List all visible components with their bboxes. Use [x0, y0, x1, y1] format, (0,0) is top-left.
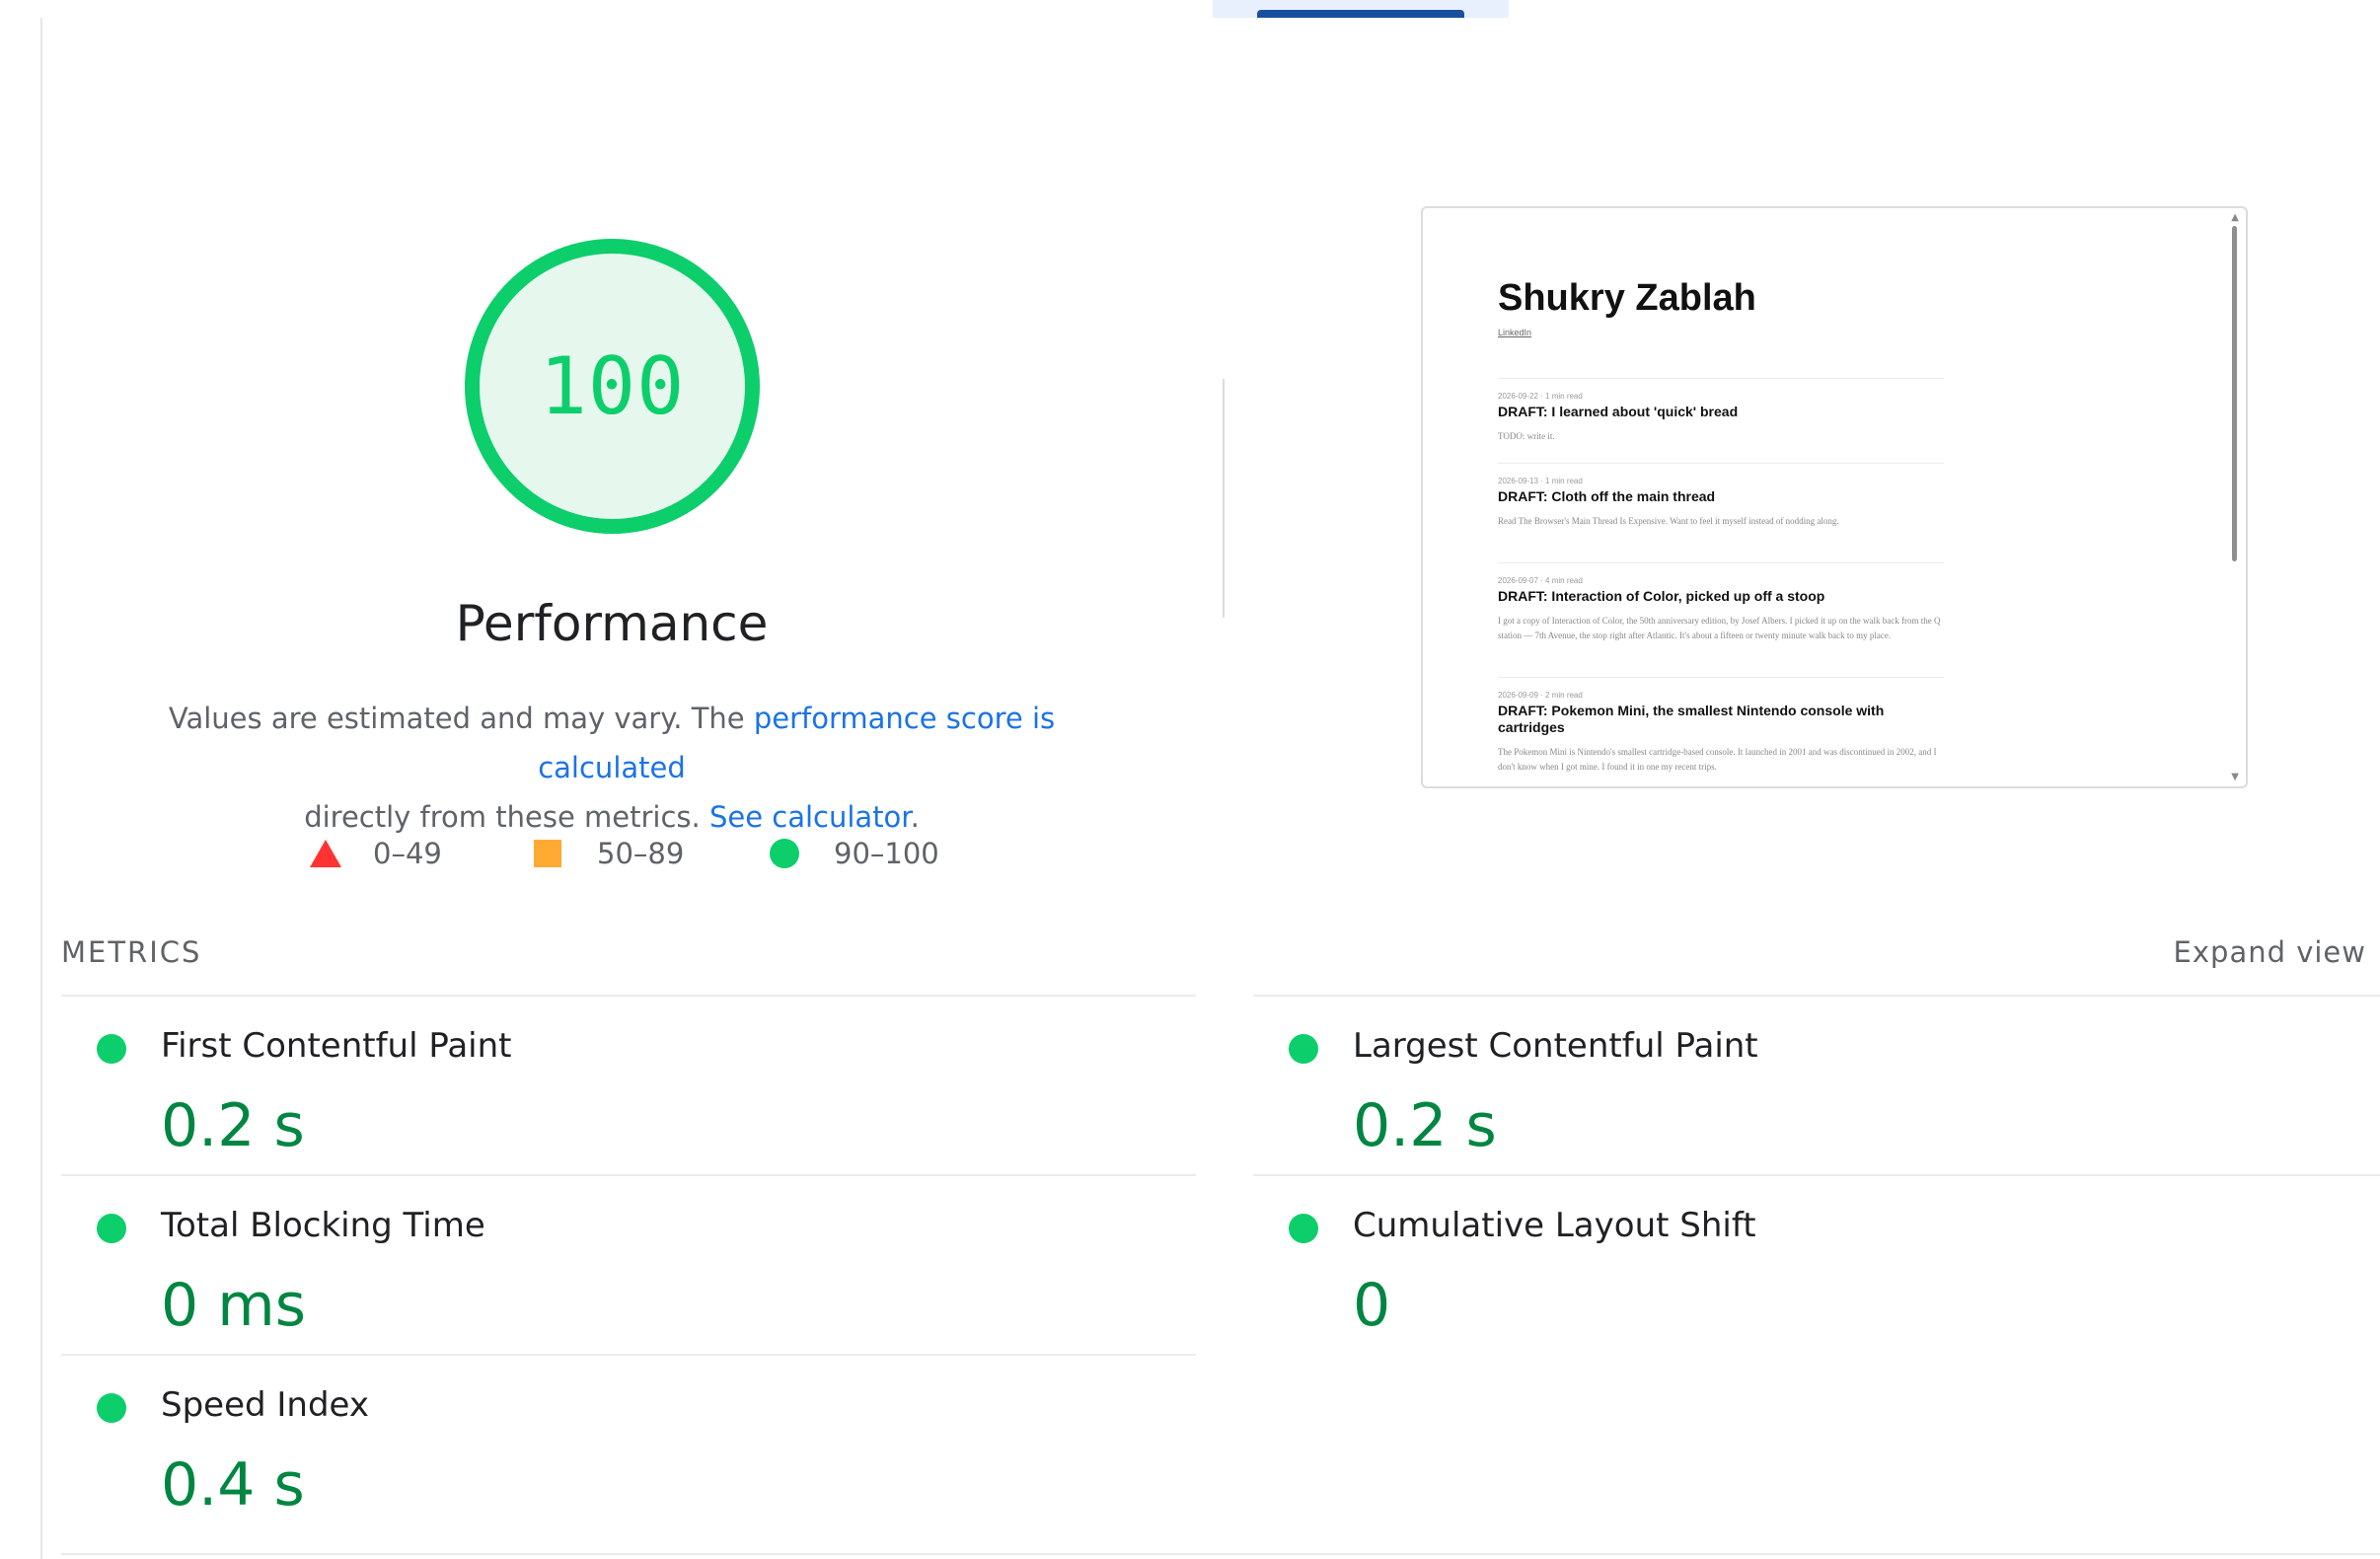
post-excerpt: Read The Browser's Main Thread Is Expens… [1498, 516, 1839, 526]
preview-linkedin-link: LinkedIn [1498, 328, 1532, 337]
triangle-icon [310, 840, 341, 867]
pass-circle-icon [97, 1034, 126, 1064]
metric-name: First Contentful Paint [161, 1026, 512, 1066]
metrics-heading: METRICS [61, 935, 202, 969]
performance-gauge: 100 [465, 239, 760, 534]
metrics-divider [61, 1553, 2380, 1555]
post-excerpt: TODO: write it. [1498, 431, 1555, 441]
metric-value: 0.2 s [161, 1091, 305, 1160]
legend-label: 0–49 [373, 837, 442, 870]
legend-label: 50–89 [597, 837, 685, 870]
performance-score: 100 [539, 339, 686, 432]
scroll-up-icon[interactable]: ▲ [2231, 212, 2239, 223]
active-tab-indicator[interactable] [1257, 10, 1464, 18]
scroll-down-icon[interactable]: ▼ [2231, 772, 2239, 782]
legend-fail: 0–49 [310, 837, 442, 870]
expand-view-button[interactable]: Expand view [2174, 935, 2366, 969]
metric-value: 0 [1353, 1271, 1391, 1340]
left-border [40, 18, 42, 1559]
legend-label: 90–100 [834, 837, 939, 870]
preview-post: 2026-09-13 · 1 min read DRAFT: Cloth off… [1498, 463, 1944, 529]
metric-value: 0.4 s [161, 1450, 305, 1520]
post-excerpt: The Pokemon Mini is Nintendo's smallest … [1498, 747, 1937, 772]
metric-value: 0.2 s [1353, 1091, 1497, 1160]
metric-name: Largest Contentful Paint [1353, 1026, 1758, 1066]
description-mid: directly from these metrics. [304, 800, 709, 834]
legend-average: 50–89 [534, 837, 684, 870]
metric-total-blocking-time: Total Blocking Time 0 ms [61, 1176, 1147, 1354]
post-meta: 2026-09-22 · 1 min read [1498, 392, 1583, 401]
post-meta: 2026-09-07 · 4 min read [1498, 576, 1583, 585]
metric-speed-index: Speed Index 0.4 s [61, 1356, 1147, 1533]
legend-pass: 90–100 [770, 837, 939, 870]
metric-first-contentful-paint: First Contentful Paint 0.2 s [61, 997, 1147, 1174]
metric-name: Speed Index [161, 1385, 369, 1425]
pass-circle-icon [97, 1214, 126, 1243]
description-prefix: Values are estimated and may vary. The [168, 702, 754, 735]
post-excerpt: I got a copy of Interaction of Color, th… [1498, 616, 1941, 640]
post-title: DRAFT: Interaction of Color, picked up o… [1498, 588, 1825, 604]
score-description: Values are estimated and may vary. The p… [99, 694, 1125, 842]
preview-post: 2026-09-22 · 1 min read DRAFT: I learned… [1498, 378, 1944, 444]
post-meta: 2026-09-13 · 1 min read [1498, 477, 1583, 485]
final-screenshot-preview[interactable]: ▲ ▼ Shukry Zablah LinkedIn 2026-09-22 · … [1421, 206, 2248, 788]
metric-name: Cumulative Layout Shift [1353, 1206, 1756, 1245]
metric-name: Total Blocking Time [161, 1206, 485, 1245]
pass-circle-icon [1289, 1214, 1318, 1243]
metric-largest-contentful-paint: Largest Contentful Paint 0.2 s [1253, 997, 2339, 1174]
post-title: DRAFT: Cloth off the main thread [1498, 488, 1716, 504]
preview-scrollbar[interactable] [2232, 226, 2237, 561]
pass-circle-icon [97, 1393, 126, 1423]
preview-site-title: Shukry Zablah [1498, 277, 1756, 319]
metric-cumulative-layout-shift: Cumulative Layout Shift 0 [1253, 1176, 2339, 1354]
post-meta: 2026-09-09 · 2 min read [1498, 691, 1583, 700]
description-suffix: . [910, 800, 920, 834]
post-title: DRAFT: I learned about 'quick' bread [1498, 404, 1739, 419]
see-calculator-link[interactable]: See calculator [709, 800, 911, 834]
preview-post: 2026-09-07 · 4 min read DRAFT: Interacti… [1498, 562, 1944, 643]
square-icon [534, 840, 561, 867]
preview-post: 2026-09-09 · 2 min read DRAFT: Pokemon M… [1498, 677, 1944, 775]
metric-value: 0 ms [161, 1271, 306, 1340]
gauge-title: Performance [455, 595, 769, 652]
vertical-divider [1223, 379, 1225, 618]
pass-circle-icon [1289, 1034, 1318, 1064]
circle-icon [770, 839, 799, 868]
post-title: DRAFT: Pokemon Mini, the smallest Ninten… [1498, 703, 1885, 735]
